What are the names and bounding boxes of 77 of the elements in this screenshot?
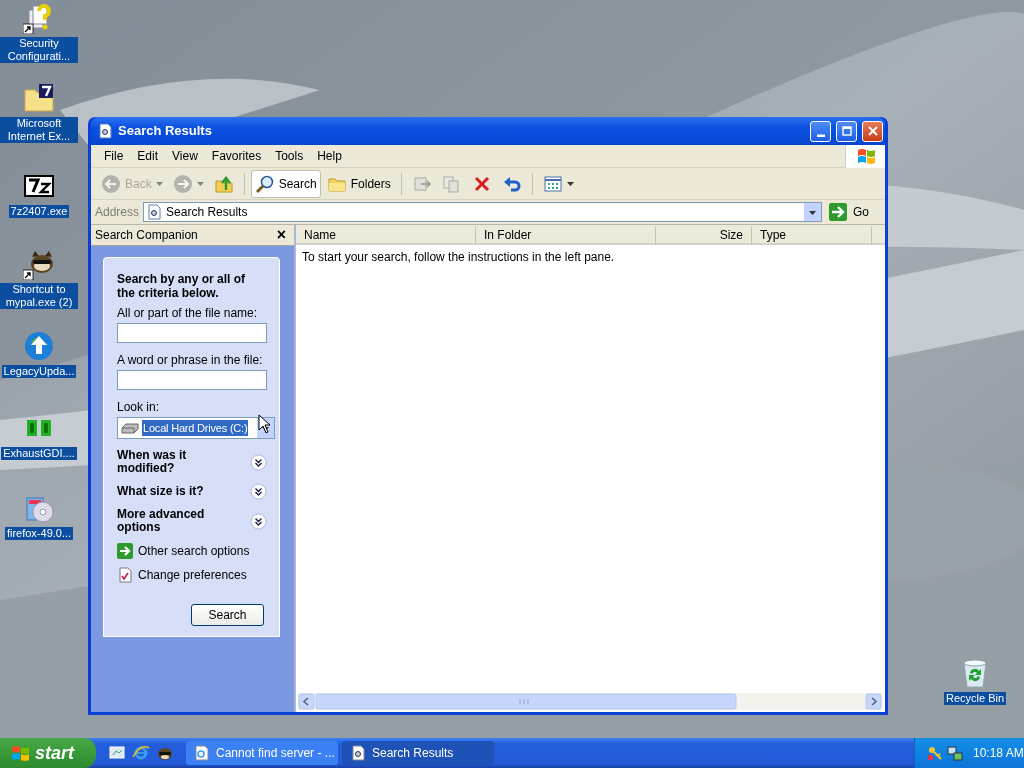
- browser-launcher[interactable]: [132, 744, 150, 762]
- menu-item[interactable]: Favorites: [204, 147, 269, 165]
- network-icon[interactable]: [947, 745, 963, 761]
- panel-link[interactable]: Other search options: [117, 542, 266, 560]
- empty-message: To start your search, follow the instructions in the left pane.: [302, 250, 615, 264]
- icon-label[interactable]: firefox-49.0...: [4, 527, 74, 540]
- menu-item[interactable]: Help: [310, 147, 349, 165]
- maximize-button[interactable]: [836, 120, 857, 142]
- caret-icon: [809, 208, 816, 216]
- search-document-icon: [350, 745, 366, 761]
- globe-icon[interactable]: [23, 330, 55, 362]
- menu-item[interactable]: View: [165, 147, 205, 165]
- copy-to-folder-icon: [441, 173, 462, 194]
- browser-icon: [132, 744, 150, 762]
- window-title: Search Results: [118, 122, 213, 141]
- go-arrow-icon: [828, 202, 848, 222]
- cursor-icon: [258, 414, 270, 434]
- menu-item[interactable]: Tools: [268, 147, 311, 165]
- section-expander[interactable]: More advanced options: [117, 508, 267, 534]
- look-in-dropdown[interactable]: Local Hard Drives (C:): [117, 417, 275, 439]
- search-document-icon: [97, 123, 113, 139]
- icon-label[interactable]: Recycle Bin: [943, 692, 1007, 705]
- arrow-icon: [117, 543, 133, 559]
- icon-label[interactable]: LegacyUpda...: [1, 365, 77, 378]
- forward-icon: [172, 173, 193, 194]
- column-header[interactable]: Type: [752, 226, 872, 244]
- chevron-down-icon: [250, 453, 267, 471]
- section-expander[interactable]: What size is it?: [117, 483, 267, 500]
- icon-label[interactable]: ExhaustGDI....: [1, 447, 77, 460]
- menu-item[interactable]: File: [97, 147, 131, 165]
- section-expander[interactable]: When was it modified?: [117, 449, 267, 475]
- text-field[interactable]: [117, 370, 267, 390]
- field-label: All or part of the file name:: [117, 306, 259, 320]
- panel-link[interactable]: Change preferences: [117, 566, 266, 584]
- address-field[interactable]: Search Results: [143, 202, 822, 222]
- column-header[interactable]: Size: [656, 226, 752, 244]
- search-button[interactable]: Search: [191, 604, 264, 626]
- browser-page-icon: [194, 745, 210, 761]
- column-header[interactable]: In Folder: [476, 226, 656, 244]
- desktop-icon: [108, 744, 126, 762]
- search-document-icon: [146, 204, 163, 220]
- checked-document-icon: [117, 567, 133, 583]
- minimize-icon: [816, 133, 825, 137]
- field-label: A word or phrase in the file:: [117, 353, 264, 367]
- text-field[interactable]: [117, 323, 267, 343]
- go-button[interactable]: Go: [826, 202, 881, 222]
- taskbar-button[interactable]: Search Results: [342, 741, 494, 765]
- address-label: Address: [95, 204, 140, 221]
- icon-label[interactable]: Security Configurati...: [0, 37, 78, 63]
- keys-icon[interactable]: [927, 745, 943, 761]
- icon-label[interactable]: 7z2407.exe: [8, 205, 70, 218]
- field-label: Look in:: [117, 400, 161, 414]
- windows-flag-icon: [10, 743, 30, 763]
- back-icon: [101, 173, 121, 194]
- close-button[interactable]: ×: [274, 227, 288, 243]
- folders-button[interactable]: Folders: [322, 169, 395, 198]
- search-icon: [254, 173, 275, 194]
- maximize-icon: [841, 126, 852, 136]
- chevron-down-icon: [250, 512, 267, 530]
- icon-label[interactable]: Shortcut to mypal.exe (2): [0, 283, 78, 309]
- column-header[interactable]: Name: [296, 226, 476, 244]
- show-desktop-launcher[interactable]: [108, 744, 126, 762]
- search-button[interactable]: Search: [250, 169, 321, 198]
- taskbar-button[interactable]: Cannot find server - ...: [186, 741, 338, 765]
- views-icon: [542, 173, 563, 194]
- start-button[interactable]: start: [0, 738, 96, 768]
- pane-title: Search Companion: [95, 227, 198, 244]
- close-button[interactable]: [862, 120, 883, 142]
- folder-icon[interactable]: [23, 82, 55, 114]
- close-icon: [867, 126, 878, 136]
- minimize-button[interactable]: [810, 120, 831, 142]
- icon-label[interactable]: Microsoft Internet Ex...: [0, 117, 78, 143]
- menu-item[interactable]: Edit: [130, 147, 166, 165]
- horizontal-scrollbar[interactable]: [298, 693, 882, 710]
- clock: 10:18 AM: [973, 745, 1024, 762]
- chevron-down-icon: [250, 483, 267, 500]
- panel-heading: Search by any or all of the criteria below.: [117, 272, 247, 300]
